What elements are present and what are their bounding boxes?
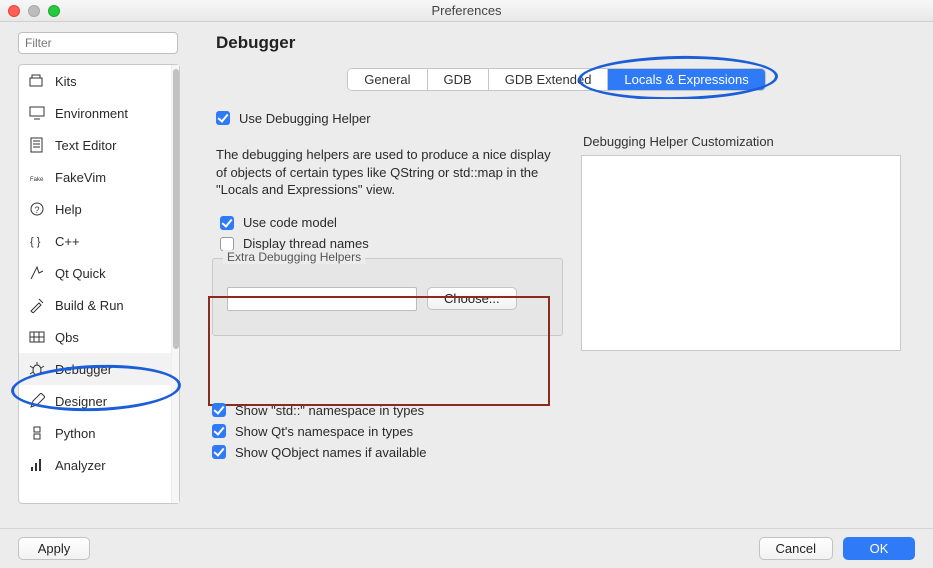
pencil-icon [29,393,45,409]
extra-helpers-row: Choose... [227,287,548,311]
choose-button[interactable]: Choose... [427,287,517,310]
show-qt-checkbox[interactable] [212,424,226,438]
apply-button[interactable]: Apply [18,537,90,560]
sidebar-item-label: Analyzer [55,458,106,473]
sidebar-item-kits[interactable]: Kits [19,65,171,97]
show-qobject-row[interactable]: Show QObject names if available [208,442,913,462]
sidebar-item-qtquick[interactable]: Qt Quick [19,257,171,289]
sidebar-item-python[interactable]: Python [19,417,171,449]
header-row: Debugger [0,22,933,58]
left-column: The debugging helpers are used to produc… [212,134,563,351]
helper-description: The debugging helpers are used to produc… [216,146,559,199]
arrow-icon [29,265,45,281]
sidebar: Kits Environment Text Editor Fake FakeVi… [18,64,180,504]
kits-icon [29,73,45,89]
footer: Apply Cancel OK [0,528,933,568]
tab-gdb-extended[interactable]: GDB Extended [489,69,609,90]
sidebar-item-label: Qt Quick [55,266,106,281]
svg-text:?: ? [35,205,40,215]
use-code-model-row[interactable]: Use code model [216,213,563,233]
sidebar-item-label: FakeVim [55,170,106,185]
main-area: Kits Environment Text Editor Fake FakeVi… [0,58,933,514]
use-debugging-helper-label: Use Debugging Helper [239,111,371,126]
customization-title: Debugging Helper Customization [583,134,901,149]
sidebar-item-label: Environment [55,106,128,121]
content-area: General GDB GDB Extended Locals & Expres… [198,64,915,504]
sidebar-scrollbar[interactable] [171,65,179,503]
sidebar-item-analyzer[interactable]: Analyzer [19,449,171,481]
display-thread-names-checkbox[interactable] [220,237,234,251]
use-debugging-helper-row[interactable]: Use Debugging Helper [212,108,901,128]
sidebar-item-label: Qbs [55,330,79,345]
extra-helpers-input[interactable] [227,287,417,311]
show-std-row[interactable]: Show "std::" namespace in types [208,400,913,420]
hammer-icon [29,297,45,313]
svg-text:{ }: { } [30,236,41,248]
braces-icon: { } [29,233,45,249]
analyzer-icon [29,457,45,473]
show-std-label: Show "std::" namespace in types [235,403,424,418]
python-icon [29,425,45,441]
show-qt-label: Show Qt's namespace in types [235,424,413,439]
sidebar-item-environment[interactable]: Environment [19,97,171,129]
sidebar-item-label: Help [55,202,82,217]
sidebar-item-cpp[interactable]: { } C++ [19,225,171,257]
show-qobject-label: Show QObject names if available [235,445,426,460]
show-std-checkbox[interactable] [212,403,226,417]
sidebar-item-qbs[interactable]: Qbs [19,321,171,353]
tab-gdb[interactable]: GDB [428,69,489,90]
sidebar-item-label: C++ [55,234,80,249]
use-code-model-checkbox[interactable] [220,216,234,230]
show-qt-row[interactable]: Show Qt's namespace in types [208,421,913,441]
use-debugging-helper-checkbox[interactable] [216,111,230,125]
sidebar-item-debugger[interactable]: Debugger [19,353,171,385]
svg-text:Fake: Fake [30,177,44,183]
tabstrip: General GDB GDB Extended Locals & Expres… [198,68,915,91]
sidebar-item-label: Text Editor [55,138,116,153]
tab-locals-expressions[interactable]: Locals & Expressions [608,69,764,90]
two-column-area: The debugging helpers are used to produc… [212,134,901,351]
extra-helpers-title: Extra Debugging Helpers [223,250,365,264]
sidebar-item-text-editor[interactable]: Text Editor [19,129,171,161]
sidebar-item-build-run[interactable]: Build & Run [19,289,171,321]
sidebar-item-help[interactable]: ? Help [19,193,171,225]
cancel-button[interactable]: Cancel [759,537,833,560]
below-panel-checks: Show "std::" namespace in types Show Qt'… [208,399,913,463]
tab-group: General GDB GDB Extended Locals & Expres… [347,68,765,91]
sidebar-item-fakevim[interactable]: Fake FakeVim [19,161,171,193]
right-column: Debugging Helper Customization [581,134,901,351]
page-title: Debugger [216,33,295,53]
sidebar-item-label: Designer [55,394,107,409]
sidebar-item-label: Kits [55,74,77,89]
sidebar-item-label: Debugger [55,362,112,377]
tab-general[interactable]: General [348,69,427,90]
extra-helpers-fieldset: Extra Debugging Helpers Choose... [212,258,563,336]
sidebar-item-label: Python [55,426,95,441]
customization-textarea[interactable] [581,155,901,351]
window-title: Preferences [0,3,933,18]
titlebar: Preferences [0,0,933,22]
sidebar-item-designer[interactable]: Designer [19,385,171,417]
options-panel: Use Debugging Helper The debugging helpe… [198,99,915,379]
scrollbar-thumb[interactable] [173,69,179,349]
sidebar-item-label: Build & Run [55,298,124,313]
document-icon [29,137,45,153]
monitor-icon [29,105,45,121]
grid-icon [29,329,45,345]
filter-input[interactable] [18,32,178,54]
use-code-model-label: Use code model [243,215,337,230]
show-qobject-checkbox[interactable] [212,445,226,459]
ok-button[interactable]: OK [843,537,915,560]
bug-icon [29,361,45,377]
fakevim-icon: Fake [29,169,45,185]
help-icon: ? [29,201,45,217]
